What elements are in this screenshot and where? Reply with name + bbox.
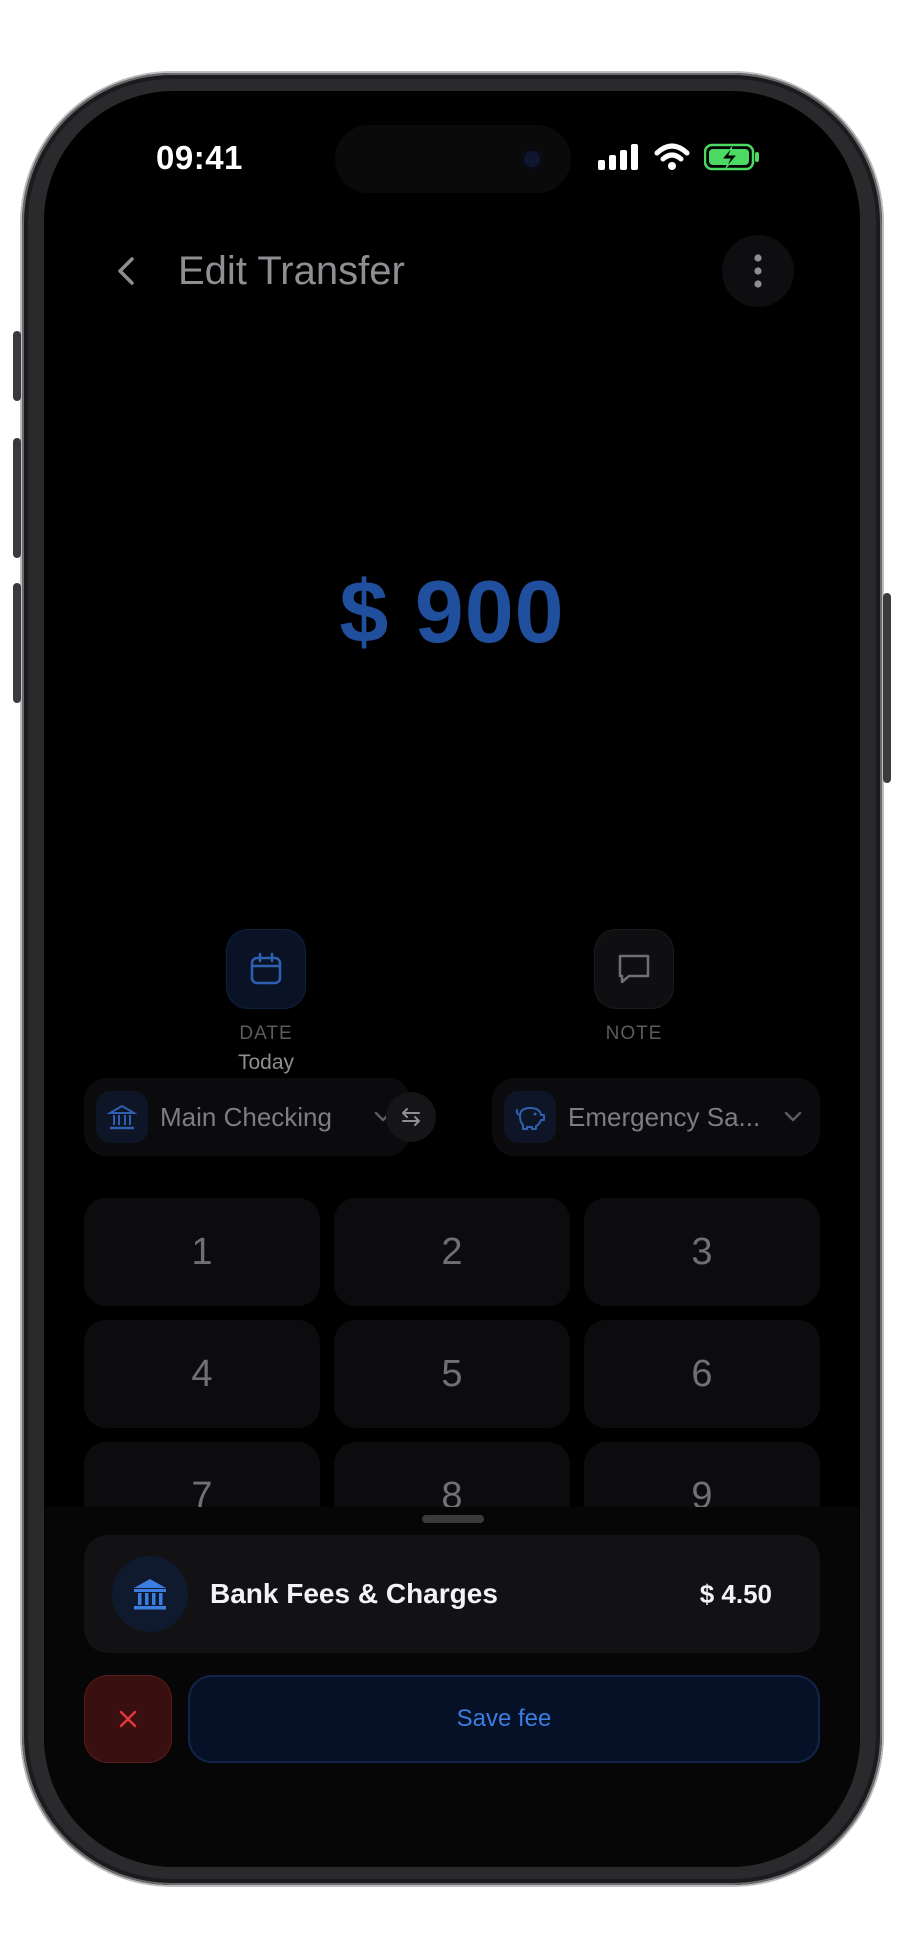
volume-up-button [13, 438, 21, 558]
fee-category-icon-box [112, 1556, 188, 1632]
app-screen: 09:41 Edit Transfer $ 900 DATE Today NOT… [44, 91, 860, 1867]
more-vertical-icon [754, 254, 762, 288]
chevron-left-icon [118, 257, 134, 285]
bank-icon [107, 1104, 137, 1130]
signal-icon [598, 144, 638, 170]
keypad-key-3[interactable]: 3 [584, 1198, 820, 1306]
chevron-down-icon [784, 1111, 802, 1122]
piggy-bank-icon [515, 1107, 545, 1130]
more-options-button[interactable] [722, 235, 794, 307]
calendar-icon [250, 952, 282, 985]
save-fee-button[interactable]: Save fee [188, 1675, 820, 1763]
note-button[interactable] [594, 929, 674, 1009]
keypad-key-2[interactable]: 2 [334, 1198, 570, 1306]
keypad-key-5[interactable]: 5 [334, 1320, 570, 1428]
battery-icon [704, 143, 759, 171]
status-icons [598, 143, 760, 171]
cancel-fee-button[interactable] [84, 1675, 172, 1763]
to-account-icon-box [504, 1091, 556, 1143]
fee-category-row[interactable]: Bank Fees & Charges $ 4.50 [84, 1535, 820, 1653]
action-button [13, 331, 21, 401]
fee-category-name: Bank Fees & Charges [210, 1578, 498, 1609]
page-title: Edit Transfer [178, 249, 405, 293]
note-label: NOTE [605, 1023, 663, 1044]
keypad-key-6[interactable]: 6 [584, 1320, 820, 1428]
top-bar: Edit Transfer [44, 221, 860, 321]
date-option[interactable]: DATE Today [166, 929, 366, 1075]
keypad-key-4[interactable]: 4 [84, 1320, 320, 1428]
to-account-name: Emergency Sa... [568, 1101, 761, 1132]
close-icon [119, 1710, 137, 1728]
date-label: DATE [239, 1023, 293, 1044]
from-account-select[interactable]: Main Checking [84, 1078, 410, 1156]
message-square-icon [618, 954, 650, 984]
swap-accounts-button[interactable] [386, 1092, 436, 1142]
sheet-drag-handle[interactable] [422, 1515, 484, 1523]
camera [520, 147, 544, 171]
from-account-name: Main Checking [160, 1101, 332, 1132]
note-option[interactable]: NOTE [534, 929, 734, 1051]
transfer-amount: $ 900 [339, 562, 565, 661]
power-button [883, 593, 891, 783]
fee-bottom-sheet: Bank Fees & Charges $ 4.50 Save fee [44, 1507, 860, 1867]
swap-arrows-icon [402, 1108, 420, 1126]
keypad-key-1[interactable]: 1 [84, 1198, 320, 1306]
date-button[interactable] [226, 929, 306, 1009]
back-button[interactable] [102, 247, 150, 295]
date-value: Today [237, 1051, 295, 1074]
volume-down-button [13, 583, 21, 703]
to-account-select[interactable]: Emergency Sa... [492, 1078, 820, 1156]
status-time: 09:41 [156, 139, 243, 176]
dynamic-island [335, 125, 571, 193]
from-account-icon-box [96, 1091, 148, 1143]
wifi-icon [654, 143, 690, 170]
bank-icon [134, 1579, 166, 1610]
fee-amount: $ 4.50 [699, 1578, 772, 1609]
